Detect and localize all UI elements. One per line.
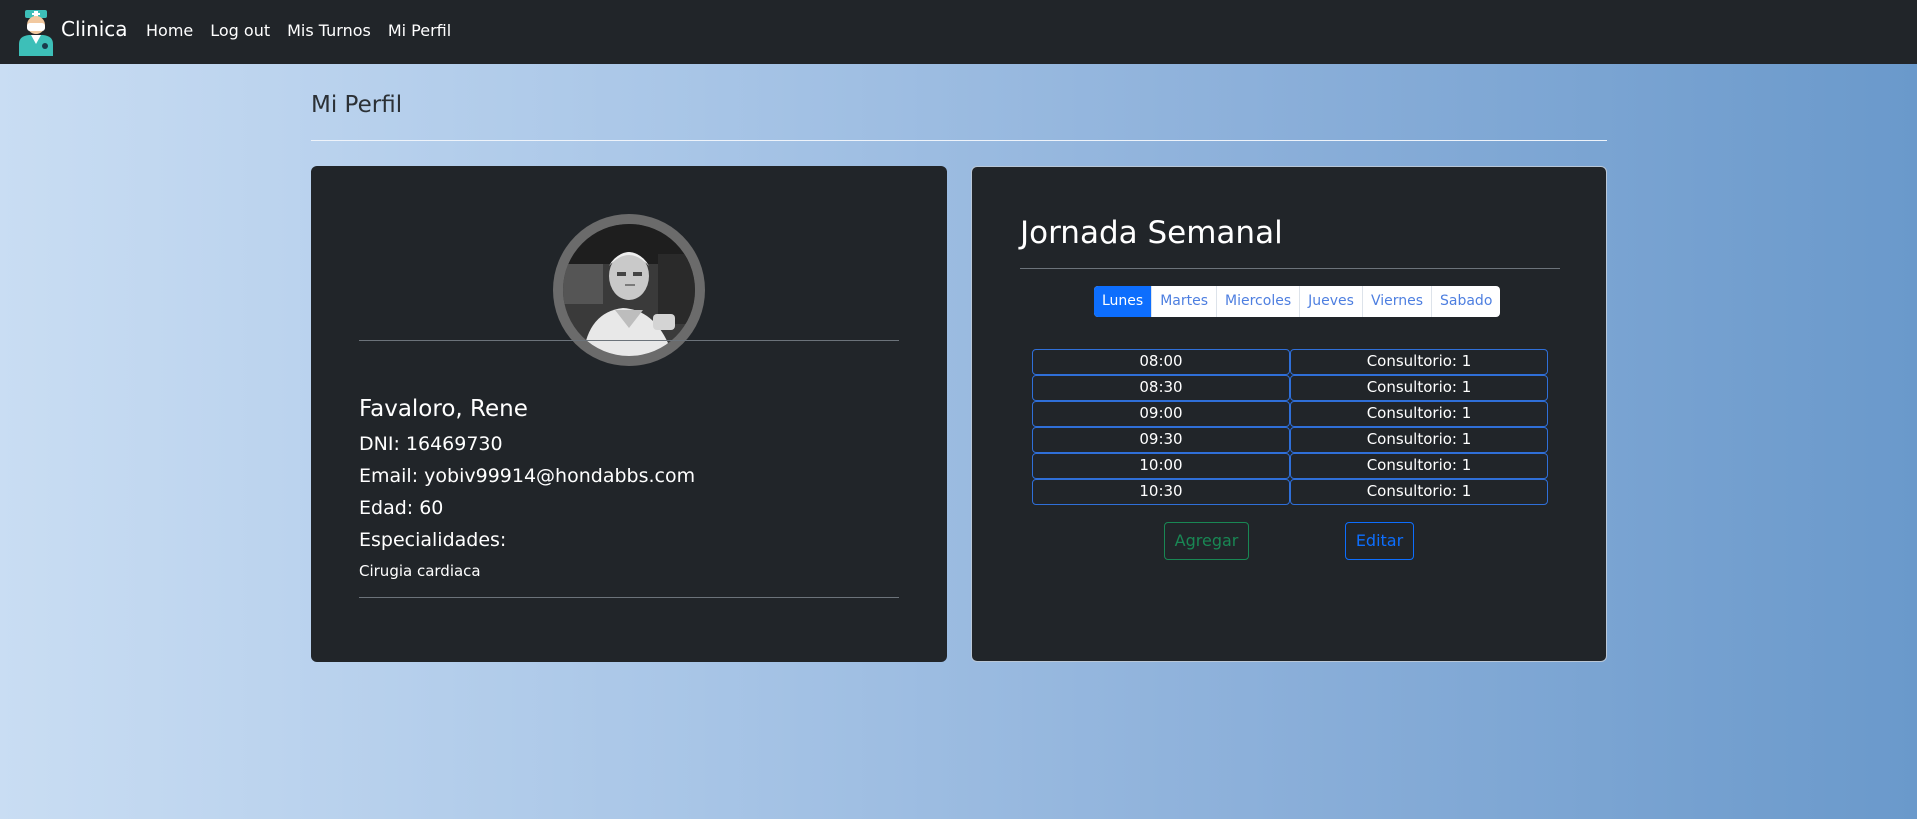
doctor-icon[interactable]: [17, 8, 55, 56]
profile-name: Favaloro, Rene: [359, 396, 528, 422]
schedule-card: Jornada Semanal Lunes Martes Miercoles J…: [971, 166, 1607, 662]
tab-lunes[interactable]: Lunes: [1094, 286, 1153, 317]
tab-martes[interactable]: Martes: [1152, 286, 1218, 317]
schedule-time: 10:00: [1032, 453, 1290, 479]
table-row[interactable]: 10:00 Consultorio: 1: [1032, 453, 1548, 479]
schedule-time: 10:30: [1032, 479, 1290, 505]
schedule-table: 08:00 Consultorio: 1 08:30 Consultorio: …: [1032, 349, 1548, 505]
schedule-time: 09:00: [1032, 401, 1290, 427]
schedule-title: Jornada Semanal: [1020, 215, 1283, 251]
page-divider: [311, 140, 1607, 141]
nav-link-logout[interactable]: Log out: [210, 20, 270, 42]
brand-name[interactable]: Clinica: [61, 17, 128, 41]
table-row[interactable]: 08:30 Consultorio: 1: [1032, 375, 1548, 401]
navbar: Clinica Home Log out Mis Turnos Mi Perfi…: [0, 0, 1917, 64]
schedule-room: Consultorio: 1: [1290, 401, 1548, 427]
profile-card: Favaloro, Rene DNI: 16469730 Email: yobi…: [311, 166, 947, 662]
schedule-time: 08:30: [1032, 375, 1290, 401]
tab-viernes[interactable]: Viernes: [1363, 286, 1432, 317]
day-tabs: Lunes Martes Miercoles Jueves Viernes Sa…: [1094, 286, 1501, 317]
tab-jueves[interactable]: Jueves: [1300, 286, 1363, 317]
nav-links: Home Log out Mis Turnos Mi Perfil: [146, 20, 468, 42]
doctor-photo: [563, 224, 695, 356]
profile-dni: DNI: 16469730: [359, 433, 503, 455]
table-row[interactable]: 08:00 Consultorio: 1: [1032, 349, 1548, 375]
schedule-time: 08:00: [1032, 349, 1290, 375]
table-row[interactable]: 10:30 Consultorio: 1: [1032, 479, 1548, 505]
schedule-room: Consultorio: 1: [1290, 349, 1548, 375]
schedule-room: Consultorio: 1: [1290, 375, 1548, 401]
schedule-time: 09:30: [1032, 427, 1290, 453]
profile-age: Edad: 60: [359, 497, 444, 519]
schedule-room: Consultorio: 1: [1290, 427, 1548, 453]
profile-specialty: Cirugia cardiaca: [359, 562, 481, 580]
avatar: [553, 214, 705, 366]
schedule-room: Consultorio: 1: [1290, 479, 1548, 505]
profile-specialties-label: Especialidades:: [359, 529, 507, 551]
page-title: Mi Perfil: [311, 92, 403, 118]
tab-sabado[interactable]: Sabado: [1432, 286, 1500, 317]
nav-link-home[interactable]: Home: [146, 20, 193, 42]
nav-link-mi-perfil[interactable]: Mi Perfil: [388, 20, 451, 42]
table-row[interactable]: 09:30 Consultorio: 1: [1032, 427, 1548, 453]
profile-divider-top: [359, 340, 899, 341]
edit-button[interactable]: Editar: [1345, 522, 1414, 560]
add-button[interactable]: Agregar: [1164, 522, 1249, 560]
profile-divider-bottom: [359, 597, 899, 598]
schedule-divider: [1020, 268, 1560, 269]
tab-miercoles[interactable]: Miercoles: [1217, 286, 1301, 317]
schedule-room: Consultorio: 1: [1290, 453, 1548, 479]
nav-link-mis-turnos[interactable]: Mis Turnos: [287, 20, 371, 42]
table-row[interactable]: 09:00 Consultorio: 1: [1032, 401, 1548, 427]
profile-email: Email: yobiv99914@hondabbs.com: [359, 465, 696, 487]
